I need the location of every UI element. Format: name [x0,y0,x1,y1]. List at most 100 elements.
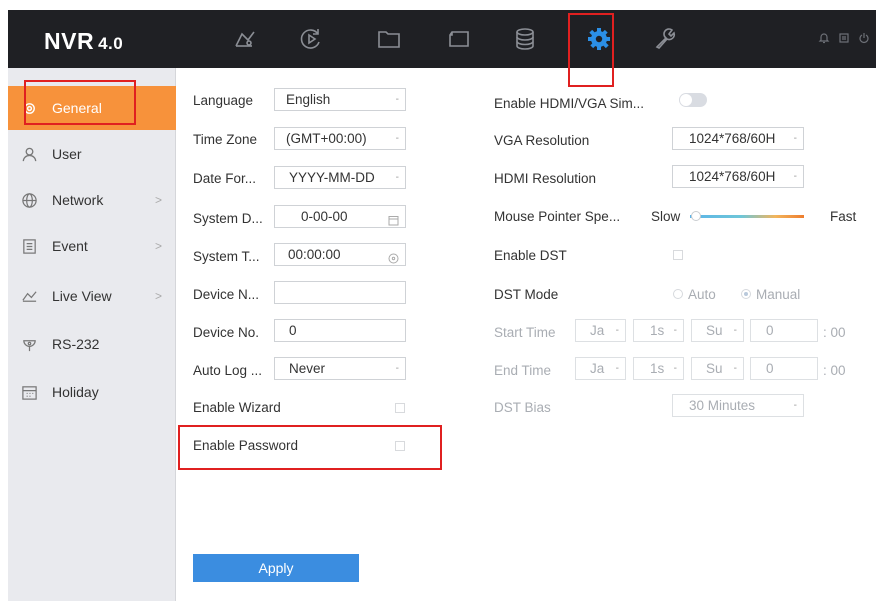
sidebar-item-holiday[interactable]: Holiday [8,370,176,414]
enable-hdmi-vga-toggle[interactable] [679,93,707,107]
system-time-label: System T... [193,249,260,264]
date-format-label: Date For... [193,171,257,186]
chevron-down-icon: - [733,325,737,336]
date-format-value: YYYY-MM-DD [289,170,375,185]
time-zone-value: (GMT+00:00) [286,131,367,146]
auto-logout-value: Never [289,361,326,376]
dst-mode-label: DST Mode [494,287,559,302]
time-zone-select[interactable]: (GMT+00:00) - [274,127,406,150]
serial-port-icon [20,335,38,353]
auto-logout-label: Auto Log ... [193,363,263,378]
mouse-speed-min-label: Slow [651,209,681,224]
mouse-speed-max-label: Fast [830,209,857,224]
top-navigation-bar: NVR 4.0 [8,10,876,68]
dst-mode-manual-label: Manual [756,287,801,302]
time-zone-label: Time Zone [193,132,258,147]
enable-dst-label: Enable DST [494,248,567,263]
highlight-enable-password-annotation [178,425,442,470]
chevron-down-icon: - [395,133,399,144]
sidebar-item-label: Network [52,192,104,208]
vga-resolution-select[interactable]: 1024*768/60H - [672,127,804,150]
end-time-week-value: 1s [650,361,665,376]
language-select[interactable]: English - [274,88,406,111]
device-no-label: Device No. [193,325,260,340]
start-time-label: Start Time [494,325,556,340]
playback-icon[interactable] [296,24,326,54]
end-time-month-value: Ja [590,361,605,376]
enable-hdmi-vga-label: Enable HDMI/VGA Sim... [494,96,645,111]
start-time-minute-text: : 00 [823,325,846,340]
enable-wizard-checkbox[interactable] [395,403,405,413]
chevron-down-icon: - [790,128,797,149]
file-management-icon[interactable] [374,24,404,54]
dst-bias-value: 30 Minutes [689,398,756,413]
end-time-hour-input[interactable]: 0 [750,357,818,380]
globe-icon [20,191,38,209]
dst-mode-auto-radio[interactable] [673,289,683,299]
mouse-speed-slider-handle[interactable] [691,211,702,221]
device-no-input[interactable]: 0 [274,319,406,342]
start-time-hour-input[interactable]: 0 [750,319,818,342]
storage-icon[interactable] [510,24,540,54]
mouse-speed-label: Mouse Pointer Spe... [494,209,621,224]
system-date-value: 0-00-00 [301,209,348,224]
hdmi-resolution-select[interactable]: 1024*768/60H - [672,165,804,188]
end-time-day-value: Su [706,361,723,376]
end-time-month-select[interactable]: Ja - [575,357,626,380]
language-value: English [286,92,331,107]
power-icon[interactable] [858,32,870,44]
chevron-down-icon: - [395,94,399,105]
end-time-week-select[interactable]: 1s - [633,357,684,380]
dst-mode-manual-radio[interactable] [741,289,751,299]
sidebar-item-label: RS-232 [52,336,100,352]
date-format-select[interactable]: YYYY-MM-DD - [274,166,406,189]
system-time-value: 00:00:00 [288,247,341,262]
enable-dst-checkbox[interactable] [673,250,683,260]
app-logo: NVR 4.0 [44,28,123,55]
chevron-down-icon: - [790,166,797,187]
auto-logout-select[interactable]: Never - [274,357,406,380]
sidebar-item-live-view[interactable]: Live View > [8,274,176,318]
mouse-speed-slider[interactable] [690,215,804,218]
sidebar-item-network[interactable]: Network > [8,178,176,222]
chevron-down-icon: - [395,363,399,374]
chevron-down-icon: - [673,363,677,374]
hdmi-resolution-value: 1024*768/60H [689,169,776,184]
language-label: Language [193,93,254,108]
sidebar-item-event[interactable]: Event > [8,224,176,268]
chevron-down-icon: - [615,325,619,336]
chevron-right-icon: > [154,193,162,207]
maintenance-wrench-icon[interactable] [650,24,680,54]
account-icon[interactable] [838,32,850,44]
dst-bias-label: DST Bias [494,400,551,415]
vga-resolution-label: VGA Resolution [494,133,590,148]
calendar-icon[interactable] [388,211,399,226]
system-date-field[interactable]: 0-00-00 [274,205,406,228]
sidebar-item-user[interactable]: User [8,132,176,176]
dst-bias-select[interactable]: 30 Minutes - [672,394,804,417]
device-icon[interactable] [444,24,474,54]
notification-icon[interactable] [818,32,830,44]
start-time-day-select[interactable]: Su - [691,319,744,342]
settings-sidebar: General User Network > Event > Live View… [8,68,176,601]
calendar-icon [20,383,38,401]
system-time-field[interactable]: 00:00:00 [274,243,406,266]
chevron-right-icon: > [154,289,162,303]
chevron-down-icon: - [395,172,399,183]
apply-button[interactable]: Apply [193,554,359,582]
hdmi-resolution-label: HDMI Resolution [494,171,597,186]
end-time-day-select[interactable]: Su - [691,357,744,380]
start-time-month-value: Ja [590,323,605,338]
clock-icon[interactable] [388,249,399,264]
device-name-input[interactable] [274,281,406,304]
live-view-icon[interactable] [230,24,260,54]
sidebar-item-rs232[interactable]: RS-232 [8,322,176,366]
enable-wizard-label: Enable Wizard [193,400,281,415]
top-right-toolbar [818,32,870,44]
start-time-month-select[interactable]: Ja - [575,319,626,342]
system-date-label: System D... [193,211,263,226]
logo-text: NVR [44,28,95,54]
start-time-week-select[interactable]: 1s - [633,319,684,342]
sidebar-item-label: Holiday [52,384,99,400]
document-icon [20,237,38,255]
